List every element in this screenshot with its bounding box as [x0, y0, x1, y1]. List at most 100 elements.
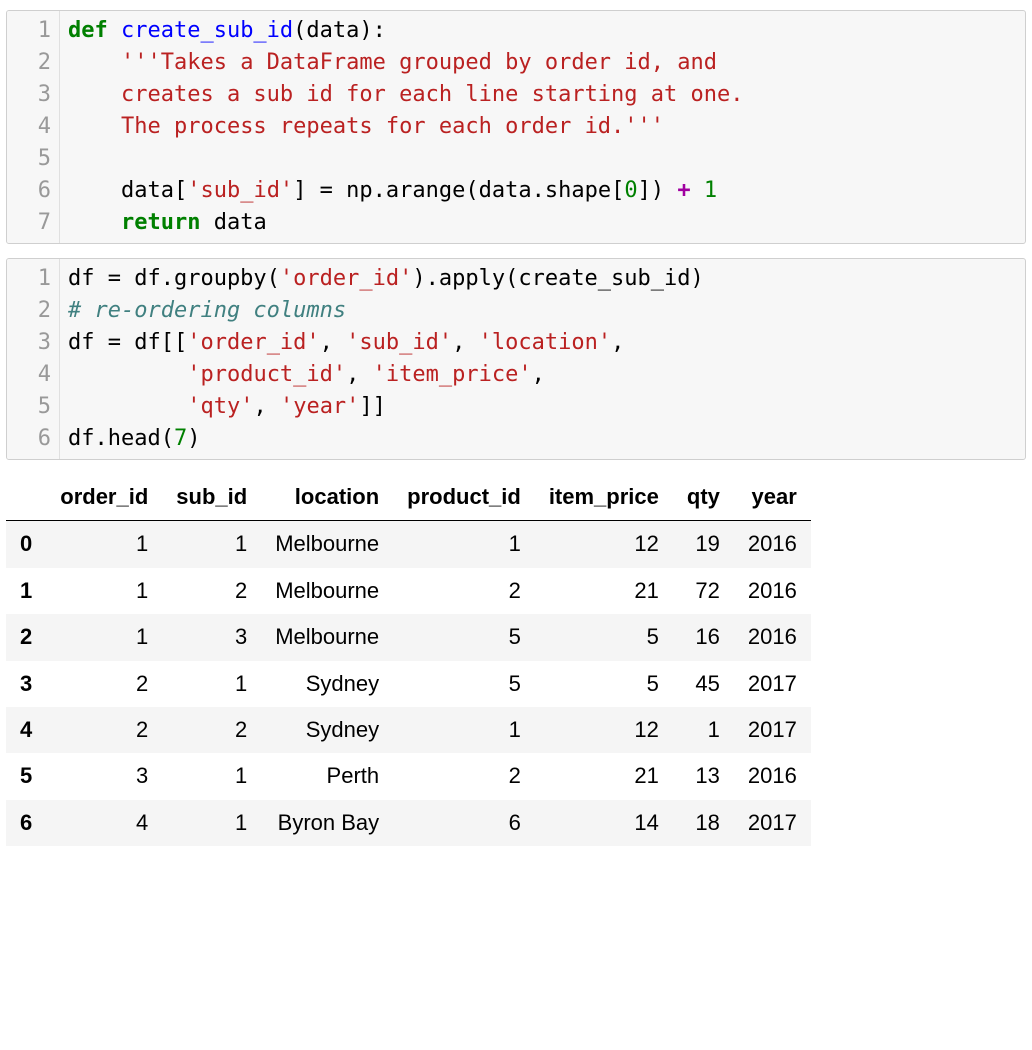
row-index: 4	[6, 707, 46, 753]
table-row: 641Byron Bay614182017	[6, 800, 811, 846]
code-token: df.head(	[68, 426, 174, 451]
code-editor[interactable]: def create_sub_id(data): '''Takes a Data…	[60, 11, 1025, 243]
code-token	[68, 50, 121, 75]
table-cell: Melbourne	[261, 614, 393, 660]
line-number: 5	[7, 143, 51, 175]
code-token: 'sub_id'	[346, 330, 452, 355]
code-token: creates a sub id for each line starting …	[121, 82, 744, 107]
table-row: 112Melbourne221722016	[6, 568, 811, 614]
table-cell: 5	[535, 661, 673, 707]
code-token: df = df.groupby(	[68, 266, 280, 291]
table-cell: 21	[535, 568, 673, 614]
table-cell: 1	[393, 521, 535, 568]
table-cell: 21	[535, 753, 673, 799]
code-token: data	[200, 210, 266, 235]
column-header: sub_id	[162, 474, 261, 521]
code-token: # re-ordering columns	[68, 298, 346, 323]
table-cell: 1	[46, 614, 162, 660]
table-cell: 2016	[734, 521, 811, 568]
code-token: ] = np.arange(data.shape[	[293, 178, 624, 203]
code-token	[68, 394, 187, 419]
code-token: ,	[320, 330, 347, 355]
line-number: 3	[7, 327, 51, 359]
code-token: ,	[253, 394, 280, 419]
line-number: 6	[7, 175, 51, 207]
code-token: (data):	[293, 18, 386, 43]
code-line: def create_sub_id(data):	[68, 15, 1017, 47]
table-cell: 1	[162, 753, 261, 799]
table-cell: 2017	[734, 661, 811, 707]
row-index: 6	[6, 800, 46, 846]
code-token: ]]	[359, 394, 386, 419]
row-index: 3	[6, 661, 46, 707]
table-cell: 2016	[734, 614, 811, 660]
table-cell: 2017	[734, 707, 811, 753]
table-cell: 2	[393, 568, 535, 614]
table-cell: 2	[162, 568, 261, 614]
line-number: 3	[7, 79, 51, 111]
code-line: df.head(7)	[68, 423, 1017, 455]
code-token	[68, 362, 187, 387]
code-token: 1	[704, 178, 717, 203]
table-cell: 1	[162, 661, 261, 707]
table-row: 422Sydney11212017	[6, 707, 811, 753]
code-token: 'order_id'	[187, 330, 319, 355]
code-editor[interactable]: df = df.groupby( 'order_id' ).apply(create…	[60, 259, 1025, 459]
code-token: 0	[624, 178, 637, 203]
code-cell-2[interactable]: 1 2 3 4 5 6 df = df.groupby('order_id').…	[6, 258, 1026, 460]
table-cell: 12	[535, 707, 673, 753]
table-cell: 72	[673, 568, 734, 614]
code-token: +	[677, 178, 690, 203]
line-number: 6	[7, 423, 51, 455]
table-cell: Melbourne	[261, 521, 393, 568]
table-cell: 2016	[734, 753, 811, 799]
table-cell: 6	[393, 800, 535, 846]
line-number: 7	[7, 207, 51, 239]
row-index: 5	[6, 753, 46, 799]
line-number: 2	[7, 47, 51, 79]
code-line: creates a sub id for each line starting …	[68, 79, 1017, 111]
row-index: 0	[6, 521, 46, 568]
row-index: 1	[6, 568, 46, 614]
table-row: 213Melbourne55162016	[6, 614, 811, 660]
code-token: )	[187, 426, 200, 451]
column-header: item_price	[535, 474, 673, 521]
code-line: return data	[68, 207, 1017, 239]
code-line: # re-ordering columns	[68, 295, 1017, 327]
column-header: qty	[673, 474, 734, 521]
table-cell: 1	[393, 707, 535, 753]
code-token: The process repeats for each order id.''…	[121, 114, 664, 139]
code-token: 'year'	[280, 394, 359, 419]
code-token: 'sub_id'	[187, 178, 293, 203]
table-cell: 1	[162, 521, 261, 568]
table-cell: 14	[535, 800, 673, 846]
table-cell: 2016	[734, 568, 811, 614]
code-cell-1[interactable]: 1 2 3 4 5 6 7 def create_sub_id(data): '…	[6, 10, 1026, 244]
line-number: 4	[7, 111, 51, 143]
code-line: 'product_id', 'item_price',	[68, 359, 1017, 391]
table-cell: 5	[393, 661, 535, 707]
dataframe-output: order_id sub_id location product_id item…	[6, 474, 1026, 846]
row-index: 2	[6, 614, 46, 660]
code-line: The process repeats for each order id.''…	[68, 111, 1017, 143]
column-header: year	[734, 474, 811, 521]
code-token: ).apply(create_sub_id)	[412, 266, 703, 291]
code-token	[68, 82, 121, 107]
table-cell: 5	[535, 614, 673, 660]
table-cell: 45	[673, 661, 734, 707]
column-header: location	[261, 474, 393, 521]
table-cell: Sydney	[261, 661, 393, 707]
line-number-gutter: 1 2 3 4 5 6 7	[7, 11, 60, 243]
code-token: 'item_price'	[373, 362, 532, 387]
table-cell: 13	[673, 753, 734, 799]
column-header: order_id	[46, 474, 162, 521]
column-header: product_id	[393, 474, 535, 521]
code-line: data['sub_id'] = np.arange(data.shape[0]…	[68, 175, 1017, 207]
table-cell: 1	[46, 521, 162, 568]
code-token: ,	[611, 330, 624, 355]
code-token: 'qty'	[187, 394, 253, 419]
code-token	[68, 210, 121, 235]
index-header	[6, 474, 46, 521]
table-cell: 2017	[734, 800, 811, 846]
code-line: df = df[['order_id', 'sub_id', 'location…	[68, 327, 1017, 359]
